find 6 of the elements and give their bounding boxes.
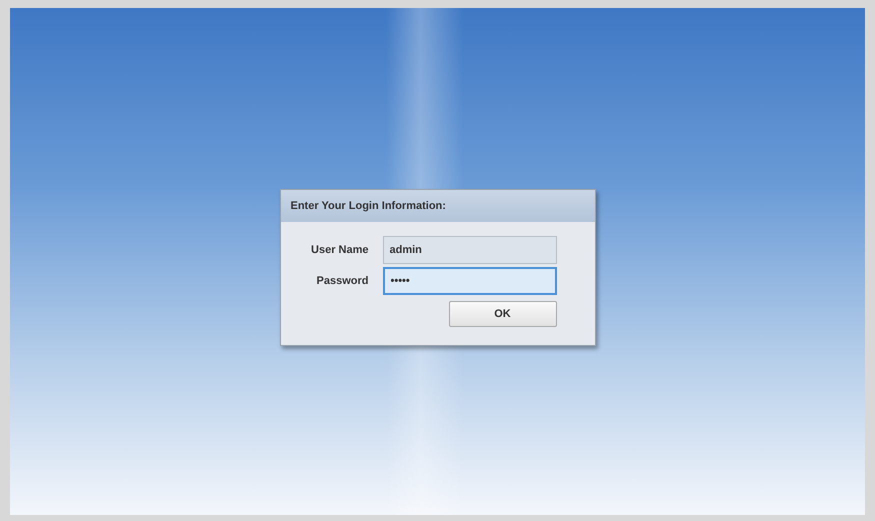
field-label: User Name xyxy=(310,242,370,258)
ok-button[interactable]: OK xyxy=(448,301,556,327)
input-field[interactable]: admin xyxy=(382,236,556,264)
field-label: Password xyxy=(316,274,370,289)
dialog-title: Enter Your Login Information: xyxy=(280,190,594,222)
input-field[interactable]: ••••• xyxy=(382,267,556,295)
